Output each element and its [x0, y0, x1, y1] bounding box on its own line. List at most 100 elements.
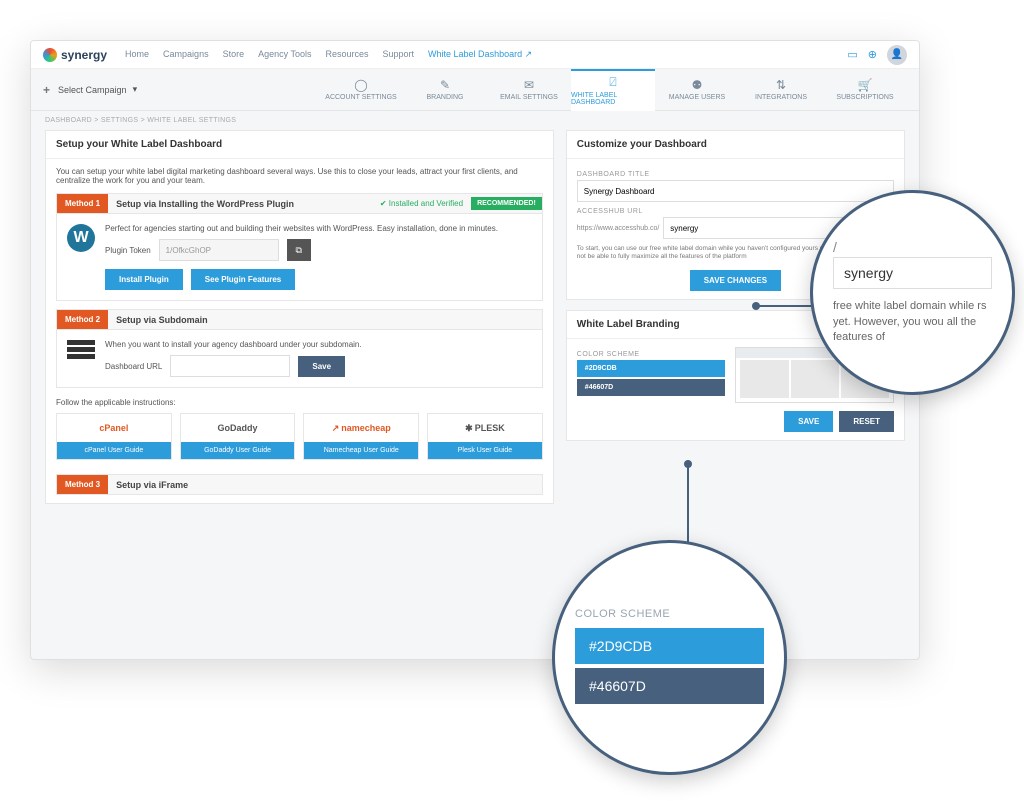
- brand-name: synergy: [61, 48, 107, 62]
- plug-icon: ⇅: [776, 78, 786, 92]
- avatar[interactable]: 👤: [887, 45, 907, 65]
- top-nav: Home Campaigns Store Agency Tools Resour…: [125, 49, 532, 60]
- plesk-logo: ✱PLESK: [428, 414, 542, 442]
- namecheap-guide-button[interactable]: Namecheap User Guide: [304, 442, 418, 459]
- setup-card: Setup your White Label Dashboard You can…: [45, 130, 554, 504]
- dashboard-icon: ⍁: [609, 75, 616, 90]
- save-url-button[interactable]: Save: [298, 356, 345, 377]
- color-swatch-secondary[interactable]: #46607D: [577, 379, 726, 396]
- logo-icon: [43, 48, 57, 62]
- callout-line: [758, 305, 816, 307]
- godaddy-logo: GoDaddy: [181, 414, 295, 442]
- cpanel-logo: cPanel: [57, 414, 171, 442]
- users-icon: ⚉: [692, 78, 703, 92]
- tabbar: + Select Campaign ▾ ◯ACCOUNT SETTINGS ✎B…: [31, 69, 919, 111]
- setup-intro: You can setup your white label digital m…: [56, 167, 543, 185]
- provider-godaddy: GoDaddy GoDaddy User Guide: [180, 413, 296, 460]
- method1-header: Method 1 Setup via Installing the WordPr…: [56, 193, 543, 214]
- nav-resources[interactable]: Resources: [325, 49, 368, 60]
- wordpress-icon: W: [67, 224, 95, 252]
- color-swatch-primary[interactable]: #2D9CDB: [577, 360, 726, 377]
- zoom-color-scheme: COLOR SCHEME #2D9CDB #46607D: [552, 540, 787, 775]
- accesshub-prefix: https://www.accesshub.co/: [577, 225, 659, 232]
- method3-title: Setup via iFrame: [108, 480, 542, 490]
- dashboard-title-input[interactable]: [577, 180, 894, 202]
- copy-button[interactable]: ⧉: [287, 239, 311, 261]
- nav-campaigns[interactable]: Campaigns: [163, 49, 209, 60]
- method3-header: Method 3 Setup via iFrame: [56, 474, 543, 495]
- device-icon[interactable]: ▭: [847, 48, 857, 61]
- method2-desc: When you want to install your agency das…: [105, 340, 532, 349]
- tab-email[interactable]: ✉EMAIL SETTINGS: [487, 69, 571, 111]
- token-label: Plugin Token: [105, 246, 151, 255]
- nav-wld[interactable]: White Label Dashboard ↗: [428, 49, 532, 60]
- method1-title: Setup via Installing the WordPress Plugi…: [108, 199, 380, 209]
- cpanel-guide-button[interactable]: cPanel User Guide: [57, 442, 171, 459]
- cart-icon: 🛒: [858, 78, 873, 92]
- globe-icon[interactable]: ⊕: [868, 48, 877, 61]
- recommended-badge: RECOMMENDED!: [471, 197, 542, 210]
- brush-icon: ✎: [440, 78, 450, 92]
- nav-agency[interactable]: Agency Tools: [258, 49, 311, 60]
- method3-badge: Method 3: [57, 475, 108, 494]
- chevron-down-icon: ▾: [133, 84, 138, 95]
- left-column: Setup your White Label Dashboard You can…: [45, 130, 554, 504]
- tab-users[interactable]: ⚉MANAGE USERS: [655, 69, 739, 111]
- branding-reset-button[interactable]: RESET: [839, 411, 894, 432]
- zoom-color-primary: #2D9CDB: [575, 628, 764, 664]
- breadcrumb: DASHBOARD > SETTINGS > WHITE LABEL SETTI…: [31, 111, 919, 130]
- zoom-scheme-label: COLOR SCHEME: [575, 608, 764, 620]
- content: Setup your White Label Dashboard You can…: [31, 130, 919, 518]
- tab-wld[interactable]: ⍁WHITE LABEL DASHBOARD: [571, 69, 655, 111]
- server-icon: [67, 340, 95, 377]
- method1-body: W Perfect for agencies starting out and …: [56, 214, 543, 301]
- namecheap-logo: ↗namecheap: [304, 414, 418, 442]
- branding-save-button[interactable]: SAVE: [784, 411, 833, 432]
- zoom-accesshub-text: free white label domain while rs yet. Ho…: [833, 299, 992, 345]
- method2-title: Setup via Subdomain: [108, 315, 542, 325]
- provider-namecheap: ↗namecheap Namecheap User Guide: [303, 413, 419, 460]
- app-window: synergy Home Campaigns Store Agency Tool…: [30, 40, 920, 660]
- callout-line: [687, 464, 689, 544]
- mail-icon: ✉: [524, 78, 534, 92]
- brand-logo[interactable]: synergy: [43, 48, 107, 62]
- method2-header: Method 2 Setup via Subdomain: [56, 309, 543, 330]
- installed-verified: ✔ Installed and Verified: [380, 199, 463, 208]
- method2-body: When you want to install your agency das…: [56, 330, 543, 388]
- tab-subscriptions[interactable]: 🛒SUBSCRIPTIONS: [823, 69, 907, 111]
- campaign-selector[interactable]: Select Campaign ▾: [58, 84, 137, 95]
- plugin-features-button[interactable]: See Plugin Features: [191, 269, 295, 290]
- plesk-guide-button[interactable]: Plesk User Guide: [428, 442, 542, 459]
- tab-account[interactable]: ◯ACCOUNT SETTINGS: [319, 69, 403, 111]
- godaddy-guide-button[interactable]: GoDaddy User Guide: [181, 442, 295, 459]
- method1-desc: Perfect for agencies starting out and bu…: [105, 224, 532, 233]
- user-icon: ◯: [354, 78, 367, 92]
- nav-home[interactable]: Home: [125, 49, 149, 60]
- campaign-selector-label: Select Campaign: [58, 85, 127, 95]
- provider-grid: cPanel cPanel User Guide GoDaddy GoDaddy…: [56, 413, 543, 460]
- dashboard-url-label: Dashboard URL: [105, 362, 162, 371]
- zoom-color-secondary: #46607D: [575, 668, 764, 704]
- customize-title: Customize your Dashboard: [567, 131, 904, 159]
- install-plugin-button[interactable]: Install Plugin: [105, 269, 183, 290]
- dashboard-title-label: DASHBOARD TITLE: [577, 171, 894, 178]
- save-changes-button[interactable]: SAVE CHANGES: [690, 270, 781, 291]
- method1-badge: Method 1: [57, 194, 108, 213]
- topbar: synergy Home Campaigns Store Agency Tool…: [31, 41, 919, 69]
- top-icons: ▭ ⊕ 👤: [847, 45, 907, 65]
- nav-support[interactable]: Support: [383, 49, 415, 60]
- add-icon[interactable]: +: [43, 83, 50, 97]
- dashboard-url-input[interactable]: [170, 355, 290, 377]
- token-input[interactable]: [159, 239, 279, 261]
- setup-title: Setup your White Label Dashboard: [46, 131, 553, 159]
- zoom-accesshub-input[interactable]: [833, 257, 992, 289]
- color-scheme-label: COLOR SCHEME: [577, 351, 726, 358]
- provider-plesk: ✱PLESK Plesk User Guide: [427, 413, 543, 460]
- nav-store[interactable]: Store: [223, 49, 245, 60]
- tab-branding[interactable]: ✎BRANDING: [403, 69, 487, 111]
- method2-badge: Method 2: [57, 310, 108, 329]
- settings-tabs: ◯ACCOUNT SETTINGS ✎BRANDING ✉EMAIL SETTI…: [319, 69, 907, 111]
- tab-integrations[interactable]: ⇅INTEGRATIONS: [739, 69, 823, 111]
- zoom-accesshub: / free white label domain while rs yet. …: [810, 190, 1015, 395]
- provider-cpanel: cPanel cPanel User Guide: [56, 413, 172, 460]
